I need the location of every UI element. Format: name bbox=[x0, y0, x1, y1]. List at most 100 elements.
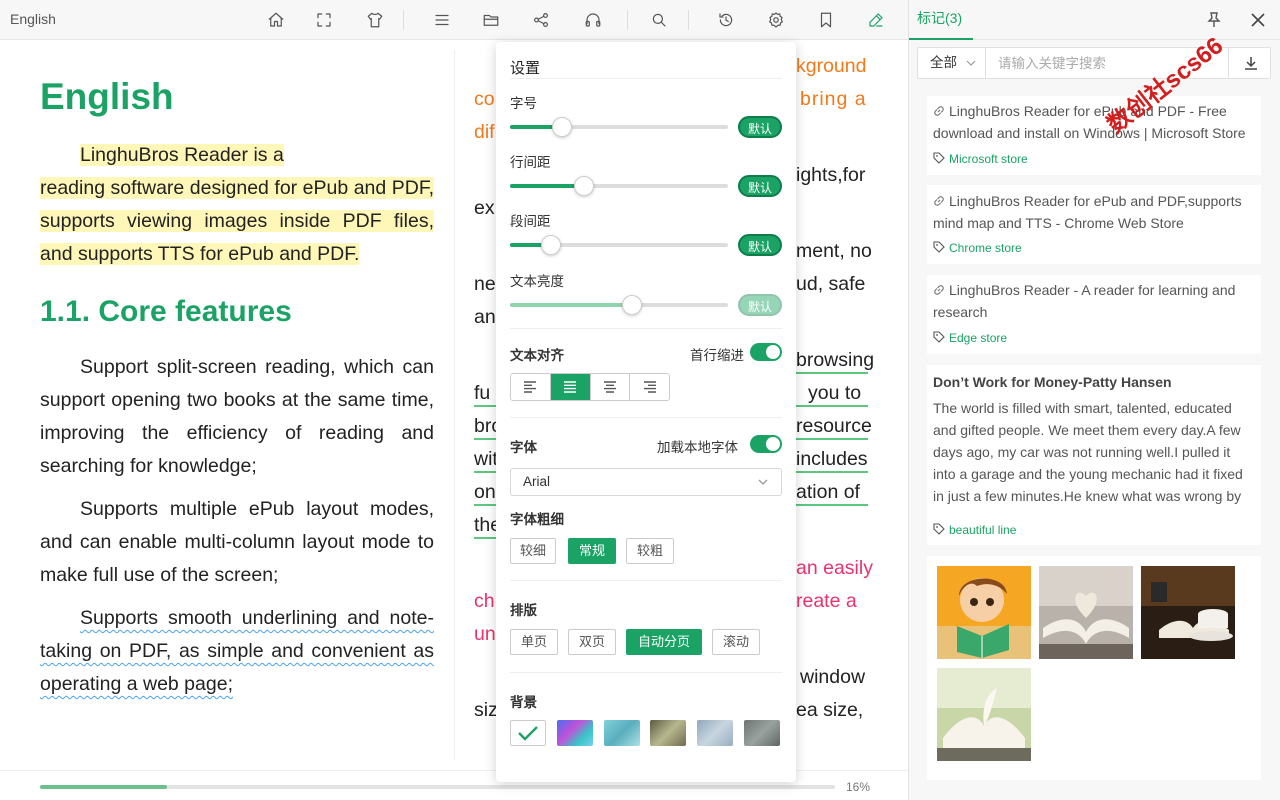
theme-icon[interactable] bbox=[363, 8, 387, 32]
background-gradient-swatch[interactable] bbox=[557, 720, 593, 746]
mark-card[interactable]: LinghuBros Reader for ePub and PDF,suppo… bbox=[927, 185, 1261, 264]
align-justify-button[interactable] bbox=[550, 374, 591, 400]
right-text: ation of bbox=[796, 481, 860, 503]
font-label: 字体 bbox=[510, 440, 537, 455]
intro-paragraph[interactable]: LinghuBros Reader is a reading software d… bbox=[40, 139, 434, 271]
intro-rest: reading software designed for ePub and P… bbox=[40, 177, 434, 265]
right-text: ex bbox=[474, 197, 495, 219]
right-text: dif bbox=[474, 121, 495, 143]
close-icon[interactable] bbox=[1248, 10, 1268, 30]
cartoon-reader-image[interactable] bbox=[937, 566, 1031, 659]
check-icon bbox=[518, 726, 538, 741]
progress-fill bbox=[40, 785, 168, 789]
book-pages-image[interactable] bbox=[937, 668, 1031, 761]
weight-light-button[interactable]: 较细 bbox=[510, 538, 556, 564]
marks-filter-select[interactable]: 全部 bbox=[918, 48, 986, 78]
line-spacing-slider[interactable] bbox=[510, 176, 728, 196]
feature-paragraph-3[interactable]: Supports smooth underlining and note-tak… bbox=[40, 602, 434, 701]
mark-tag[interactable]: Edge store bbox=[949, 331, 1007, 345]
coffee-book-image[interactable] bbox=[1141, 566, 1235, 659]
right-text: resource bbox=[796, 415, 872, 437]
mark-tag[interactable]: Chrome store bbox=[949, 241, 1022, 255]
chapter-heading: English bbox=[40, 76, 174, 117]
right-text: ne bbox=[474, 273, 496, 295]
background-white-swatch[interactable] bbox=[510, 720, 546, 746]
feature-text-2: Supports multiple ePub layout modes, and… bbox=[40, 498, 434, 586]
background-water-swatch[interactable] bbox=[604, 720, 640, 746]
align-center-button[interactable] bbox=[591, 374, 631, 400]
align-justify-icon bbox=[564, 381, 577, 393]
open-book-image[interactable] bbox=[1039, 566, 1133, 659]
pen-icon[interactable] bbox=[864, 8, 888, 32]
home-icon[interactable] bbox=[264, 8, 288, 32]
headphones-icon[interactable] bbox=[581, 8, 605, 32]
search-icon[interactable] bbox=[647, 8, 671, 32]
text-align-group bbox=[510, 373, 670, 401]
note-card[interactable]: Don’t Work for Money-Patty Hansen The wo… bbox=[927, 365, 1261, 545]
note-tag[interactable]: beautiful line bbox=[949, 523, 1016, 537]
weight-bold-button[interactable]: 较粗 bbox=[626, 538, 674, 564]
tab-marks[interactable]: 标记(3) bbox=[917, 8, 962, 28]
bookmark-icon[interactable] bbox=[814, 8, 838, 32]
font-size-slider[interactable] bbox=[510, 117, 728, 137]
font-select[interactable]: Arial bbox=[510, 468, 782, 496]
para-spacing-slider[interactable] bbox=[510, 235, 728, 255]
background-mist-swatch[interactable] bbox=[697, 720, 733, 746]
para-spacing-default-button[interactable]: 默认 bbox=[738, 234, 782, 256]
intro-first-line: LinghuBros Reader is a bbox=[80, 144, 284, 166]
layout-single-button[interactable]: 单页 bbox=[510, 629, 558, 655]
right-text: ights,for bbox=[796, 164, 866, 186]
link-icon bbox=[934, 106, 944, 116]
mark-tag[interactable]: Microsoft store bbox=[949, 152, 1028, 166]
tag-icon bbox=[933, 331, 945, 343]
right-text: fu bbox=[474, 382, 491, 404]
line-spacing-default-button[interactable]: 默认 bbox=[738, 175, 782, 197]
align-right-button[interactable] bbox=[630, 374, 669, 400]
mark-card[interactable]: LinghuBros Reader for ePub and PDF - Fre… bbox=[927, 96, 1261, 175]
right-text: window bbox=[800, 666, 866, 688]
share-icon[interactable] bbox=[529, 8, 553, 32]
fullscreen-icon[interactable] bbox=[312, 8, 336, 32]
layout-auto-button[interactable]: 自动分页 bbox=[626, 629, 702, 655]
font-size-default-button[interactable]: 默认 bbox=[738, 116, 782, 138]
marks-panel: 标记(3) 全部 LinghuBros Reader for ePub and … bbox=[908, 0, 1280, 800]
layout-scroll-button[interactable]: 滚动 bbox=[712, 629, 760, 655]
history-icon[interactable] bbox=[714, 8, 738, 32]
layout-double-button[interactable]: 双页 bbox=[568, 629, 616, 655]
align-center-icon bbox=[603, 381, 616, 393]
link-icon bbox=[934, 196, 944, 206]
right-text: co bbox=[474, 88, 495, 110]
right-text: an easily bbox=[796, 557, 873, 579]
first-indent-toggle[interactable] bbox=[750, 343, 782, 361]
slider-knob[interactable] bbox=[574, 176, 595, 196]
folder-icon[interactable] bbox=[479, 8, 503, 32]
weight-regular-button[interactable]: 常规 bbox=[568, 538, 616, 564]
settings-title: 设置 bbox=[510, 60, 541, 77]
slider-knob[interactable] bbox=[541, 235, 562, 255]
right-text: on bbox=[474, 481, 496, 503]
feature-paragraph-1[interactable]: Support split-screen reading, which can … bbox=[40, 351, 434, 483]
settings-icon[interactable] bbox=[764, 8, 788, 32]
export-button[interactable] bbox=[1228, 48, 1272, 78]
align-left-icon bbox=[524, 381, 537, 393]
background-texture-swatch[interactable] bbox=[650, 720, 686, 746]
reading-progress[interactable] bbox=[40, 785, 835, 789]
right-text: reate a bbox=[796, 590, 857, 612]
brightness-default-button[interactable]: 默认 bbox=[738, 294, 782, 316]
background-stone-swatch[interactable] bbox=[744, 720, 780, 746]
mark-text: LinghuBros Reader - A reader for learnin… bbox=[933, 282, 1236, 320]
note-title: Don’t Work for Money-Patty Hansen bbox=[933, 374, 1172, 390]
feature-paragraph-2[interactable]: Supports multiple ePub layout modes, and… bbox=[40, 493, 434, 592]
brightness-slider[interactable] bbox=[510, 295, 728, 315]
right-text: ud, safe bbox=[796, 273, 866, 295]
align-left-button[interactable] bbox=[511, 374, 551, 400]
slider-knob[interactable] bbox=[622, 295, 643, 315]
font-select-value: Arial bbox=[523, 474, 551, 489]
right-text: you to bbox=[808, 382, 862, 404]
right-text: ment, no bbox=[796, 240, 872, 262]
slider-knob[interactable] bbox=[552, 117, 573, 137]
mark-card[interactable]: LinghuBros Reader - A reader for learnin… bbox=[927, 275, 1261, 354]
menu-icon[interactable] bbox=[430, 8, 454, 32]
column-divider bbox=[454, 50, 455, 760]
load-local-font-toggle[interactable] bbox=[750, 435, 782, 453]
